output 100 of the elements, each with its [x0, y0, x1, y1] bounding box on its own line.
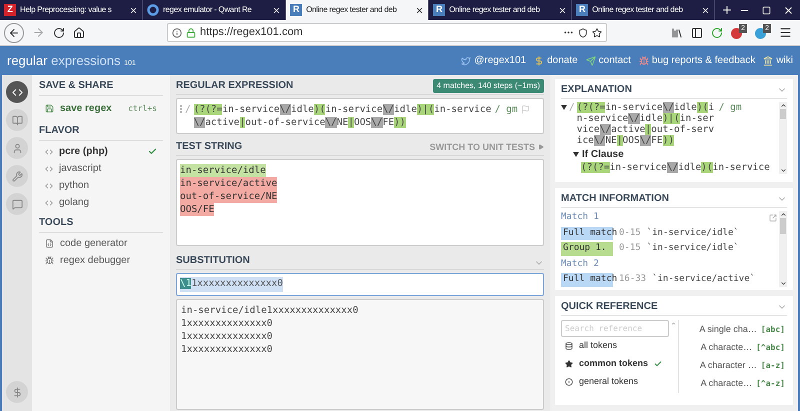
test-string-field[interactable]: in-service/idle in-service/active out-of-service/NE OOS/FE [176, 159, 544, 246]
match-status-badge: 4 matches, 140 steps (~1ms) [432, 79, 544, 93]
tab-title: Online regex tester and deb [449, 4, 541, 16]
close-icon[interactable] [558, 6, 568, 14]
donate-button[interactable] [6, 381, 28, 403]
section-title: SAVE & SHARE [39, 79, 114, 93]
category-item[interactable]: common tokens [561, 355, 676, 373]
save-link[interactable]: save regex [60, 101, 112, 116]
scroll-thumb[interactable] [780, 109, 786, 119]
sidebar-icon[interactable] [691, 26, 703, 38]
tab-title: Help Preprocessing: value s [20, 4, 113, 16]
new-tab-icon[interactable] [721, 4, 734, 16]
clause-title: If Clause [582, 148, 624, 162]
rail-button[interactable] [6, 81, 28, 103]
rail-button[interactable] [6, 137, 28, 159]
url-text: https://regex101.com [200, 25, 304, 40]
browser-tab[interactable]: R Online regex tester and deb [286, 0, 430, 20]
regex-text: (?(?=in-service\/idle)(in-service\/idle)|(in-service\/active|out-of-service\/NE|OOS\/FE)) [576, 102, 716, 146]
section-title: EXPLANATION [561, 83, 632, 97]
match-range: 0-15 [619, 226, 641, 240]
rail-button[interactable] [6, 165, 28, 187]
tool-item[interactable]: code generator [39, 235, 163, 252]
flavor-item[interactable]: javascript [39, 160, 163, 177]
close-icon[interactable] [701, 6, 710, 14]
home-icon[interactable] [73, 26, 85, 38]
substitution-text: \11xxxxxxxxxxxxxx0 [180, 277, 283, 292]
database-icon [565, 342, 573, 350]
drag-handle-icon[interactable] [180, 105, 182, 113]
shield-icon[interactable] [578, 28, 588, 38]
tool-item[interactable]: regex debugger [39, 252, 163, 269]
scroll-up-icon[interactable] [780, 102, 786, 109]
regex-field[interactable]: / (?(?=in-service\/idle)(in-service\/idle)|(in-service \/active|out-of-service\/NE|OOS\/FE)) / gm [176, 98, 544, 134]
bookmark-star-icon[interactable] [592, 28, 602, 38]
tab-title: Online regex tester and deb [306, 4, 398, 16]
match-value: `in-service/idle` [646, 242, 739, 255]
flavor-item[interactable]: golang [39, 194, 163, 211]
code-icon [45, 198, 53, 206]
rail-button[interactable] [6, 193, 28, 215]
header-link[interactable]: bug reports & feedback [638, 53, 756, 68]
bug-icon [638, 56, 649, 66]
close-icon[interactable] [129, 6, 138, 14]
maximize-icon[interactable] [762, 6, 771, 14]
favicon-icon: R [290, 4, 302, 16]
scroll-thumb[interactable] [780, 218, 786, 234]
scrollbar[interactable] [779, 102, 787, 174]
favicon-icon: R [433, 4, 446, 16]
scroll-down-icon[interactable] [780, 280, 786, 286]
back-arrow-icon [8, 26, 20, 38]
library-icon [12, 114, 22, 126]
close-icon[interactable] [782, 4, 794, 16]
star-icon [565, 360, 573, 368]
result-line: 1xxxxxxxxxxxxxx0 [181, 330, 274, 343]
flavor-item[interactable]: pcre (php) [39, 143, 163, 160]
code-icon [45, 182, 53, 190]
header-link[interactable]: wiki [763, 53, 793, 68]
reload-icon[interactable] [53, 26, 65, 38]
tab-title: regex emulator - Qwant Re [163, 4, 253, 16]
token-item[interactable]: A characte… [^abc] [683, 339, 787, 357]
info-icon[interactable] [172, 28, 182, 38]
match-value: `in-service/idle` [646, 226, 739, 240]
clause-regex-text: (?(?=in-service\/idle)(in-service [580, 162, 771, 173]
code-icon [12, 86, 22, 98]
favicon-icon: Z [4, 4, 16, 16]
header-link[interactable]: contact [586, 53, 631, 68]
scroll-up-icon[interactable] [780, 211, 786, 218]
library-icon[interactable] [671, 26, 683, 38]
back-button[interactable] [4, 22, 24, 42]
rail-button[interactable] [6, 109, 28, 131]
scrollbar[interactable] [779, 211, 787, 286]
token-item[interactable]: A characte… [^a-z] [683, 375, 787, 393]
result-line: 1xxxxxxxxxxxxxx0 [181, 343, 274, 356]
close-icon[interactable] [415, 6, 424, 14]
sync-icon[interactable] [711, 26, 723, 38]
flags-text[interactable]: / gm [494, 103, 518, 116]
result-line: 1xxxxxxxxxxxxxx0 [181, 317, 274, 330]
close-icon[interactable] [272, 6, 282, 14]
section-title: TEST STRING [176, 140, 242, 154]
menu-icon[interactable] [779, 26, 792, 39]
favicon-icon: R [576, 4, 588, 16]
caret-icon[interactable] [561, 105, 567, 110]
header-link[interactable]: donate [534, 53, 578, 68]
shortcut-text: ctrl+s [128, 102, 157, 114]
code-icon [45, 148, 53, 156]
section-title: TOOLS [39, 216, 74, 230]
token-item[interactable]: A single cha… [abc] [683, 321, 787, 339]
save-icon [45, 104, 54, 113]
caret-icon[interactable] [573, 152, 579, 157]
address-bar[interactable]: https://regex101.com [167, 23, 607, 42]
category-item[interactable]: all tokens [561, 337, 676, 355]
header-link[interactable]: @regex101 [461, 53, 526, 68]
token-item[interactable]: A character … [a-z] [683, 357, 787, 375]
bug-icon [45, 256, 54, 265]
match-value: `in-service/active` [652, 273, 756, 286]
user-icon [12, 142, 22, 154]
substitution-field[interactable]: \11xxxxxxxxxxxxxx0 [176, 273, 544, 296]
category-item[interactable]: general tokens [561, 373, 676, 391]
scroll-down-icon[interactable] [780, 167, 786, 174]
flavor-item[interactable]: python [39, 177, 163, 194]
section-title: FLAVOR [39, 124, 80, 138]
section-title: QUICK REFERENCE [561, 300, 658, 314]
